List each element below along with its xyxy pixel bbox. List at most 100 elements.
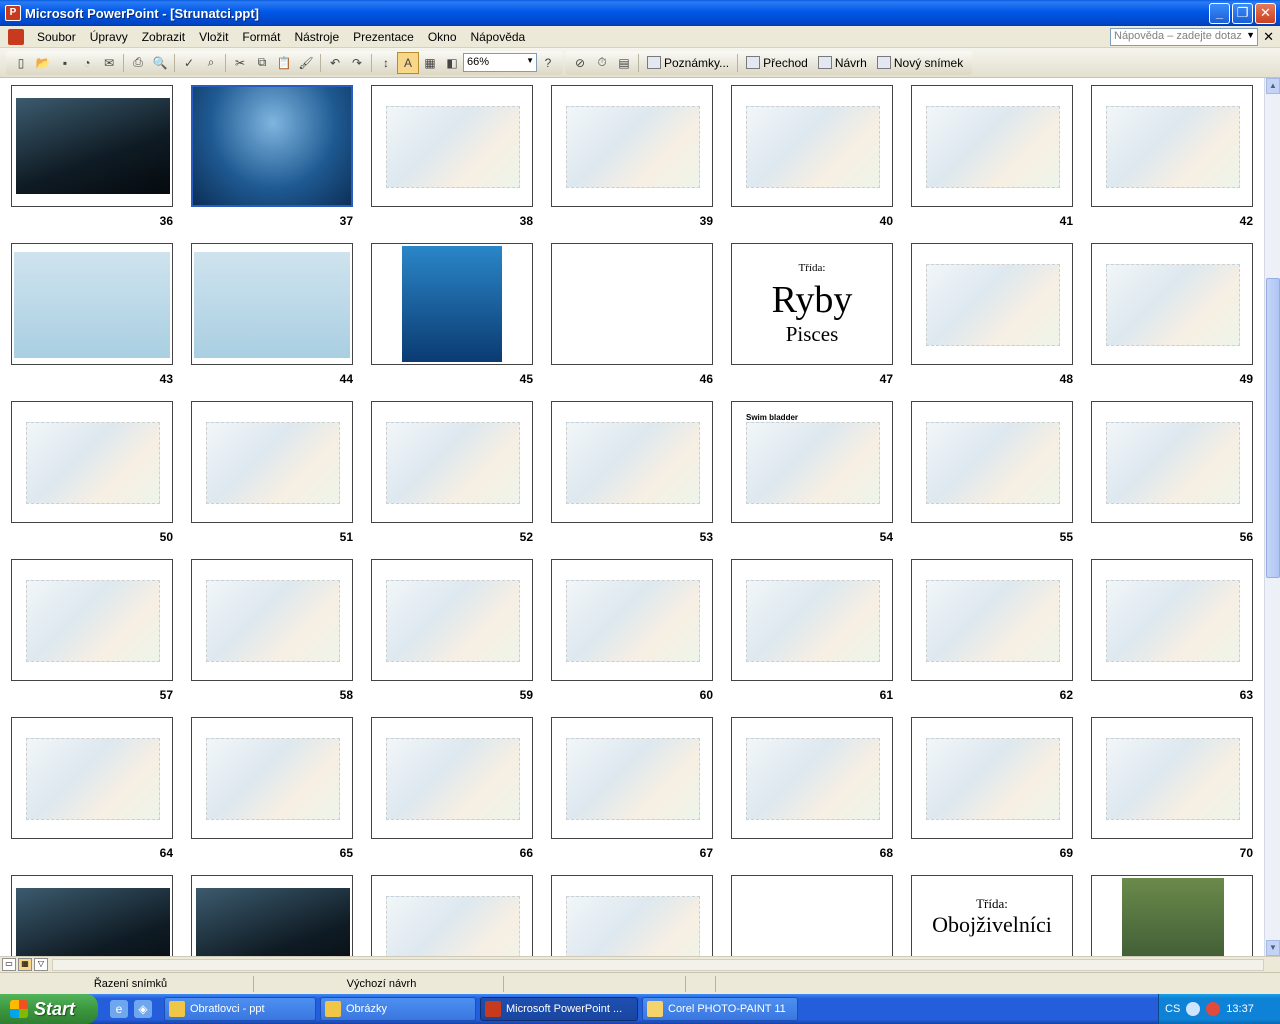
menu-upravy[interactable]: Úpravy [83, 30, 135, 44]
restore-button[interactable]: ❐ [1232, 3, 1253, 24]
hide-slide-icon[interactable]: ⊘ [569, 52, 591, 74]
slide-thumbnail-51[interactable] [191, 401, 353, 523]
chevron-down-icon[interactable]: ▼ [526, 56, 534, 65]
slide-thumbnail-54[interactable]: Swim bladder [731, 401, 893, 523]
print-icon[interactable]: ⎙ [127, 52, 149, 74]
vertical-scrollbar[interactable]: ▲ ▼ [1264, 78, 1280, 956]
slide-thumbnail-52[interactable] [371, 401, 533, 523]
show-formatting-icon[interactable]: A [397, 51, 419, 74]
permission-icon[interactable]: ◔ [76, 52, 98, 74]
slide-thumbnail-77[interactable] [1091, 875, 1253, 956]
powerpoint-icon[interactable]: P [5, 5, 21, 21]
slide-thumbnail-56[interactable] [1091, 401, 1253, 523]
menu-zobrazit[interactable]: Zobrazit [135, 30, 192, 44]
slide-thumbnail-47[interactable]: Třída: Ryby Pisces [731, 243, 893, 365]
slide-thumbnail-63[interactable] [1091, 559, 1253, 681]
slide-thumbnail-46[interactable] [551, 243, 713, 365]
grid-icon[interactable]: ▦ [419, 52, 441, 74]
research-icon[interactable]: ⌕ [200, 52, 222, 74]
help-search-input[interactable]: Nápověda – zadejte dotaz ▼ [1110, 28, 1258, 46]
slide-thumbnail-74[interactable] [551, 875, 713, 956]
close-button[interactable]: ✕ [1255, 3, 1276, 24]
menu-prezentace[interactable]: Prezentace [346, 30, 421, 44]
new-slide-button[interactable]: Nový snímek [872, 56, 968, 70]
slide-thumbnail-75[interactable] [731, 875, 893, 956]
rehearse-timings-icon[interactable]: ⏱ [591, 52, 613, 74]
slide-thumbnail-64[interactable] [11, 717, 173, 839]
slide-thumbnail-58[interactable] [191, 559, 353, 681]
slide-thumbnail-68[interactable] [731, 717, 893, 839]
menu-format[interactable]: Formát [235, 30, 287, 44]
slide-thumbnail-70[interactable] [1091, 717, 1253, 839]
new-icon[interactable]: ▯ [10, 52, 32, 74]
ati-icon[interactable] [1206, 1002, 1221, 1016]
slide-thumbnail-50[interactable] [11, 401, 173, 523]
slide-thumbnail-71[interactable] [11, 875, 173, 956]
task-obratlovci[interactable]: Obratlovci - ppt [164, 997, 316, 1021]
scroll-thumb[interactable] [1266, 278, 1280, 578]
slide-thumbnail-41[interactable] [911, 85, 1073, 207]
slide-thumbnail-37[interactable] [191, 85, 353, 207]
horizontal-scrollbar[interactable] [52, 959, 1264, 971]
slide-thumbnail-76[interactable]: Třída: Obojživelníci [911, 875, 1073, 956]
slide-thumbnail-65[interactable] [191, 717, 353, 839]
slide-thumbnail-39[interactable] [551, 85, 713, 207]
spelling-icon[interactable]: ✓ [178, 52, 200, 74]
transition-button[interactable]: Přechod [741, 56, 813, 70]
slide-thumbnail-42[interactable] [1091, 85, 1253, 207]
save-icon[interactable]: ▪ [54, 52, 76, 74]
menu-nastroje[interactable]: Nástroje [287, 30, 346, 44]
notes-button[interactable]: Poznámky... [642, 56, 734, 70]
slide-thumbnail-36[interactable] [11, 85, 173, 207]
ie-icon[interactable]: e [110, 1000, 128, 1018]
slide-thumbnail-43[interactable] [11, 243, 173, 365]
slideshow-view-icon[interactable]: ▽ [34, 958, 48, 971]
scroll-up-icon[interactable]: ▲ [1266, 78, 1280, 94]
slide-thumbnail-66[interactable] [371, 717, 533, 839]
slide-thumbnail-59[interactable] [371, 559, 533, 681]
slide-thumbnail-49[interactable] [1091, 243, 1253, 365]
color-grayscale-icon[interactable]: ◧ [441, 52, 463, 74]
redo-icon[interactable]: ↷ [346, 52, 368, 74]
menu-soubor[interactable]: Soubor [30, 30, 83, 44]
slide-thumbnail-62[interactable] [911, 559, 1073, 681]
summary-slide-icon[interactable]: ▤ [613, 52, 635, 74]
task-powerpoint[interactable]: Microsoft PowerPoint ... [480, 997, 638, 1021]
quicklaunch-icon[interactable]: ◈ [134, 1000, 152, 1018]
menu-okno[interactable]: Okno [421, 30, 464, 44]
slide-sorter[interactable]: 36 37 38 39 40 41 42 43 44 45 46 Třída: Ryby Pisces 47… [0, 78, 1264, 956]
expand-icon[interactable]: ↕ [375, 52, 397, 74]
slide-thumbnail-48[interactable] [911, 243, 1073, 365]
slide-sorter-view-icon[interactable]: ▦ [18, 958, 32, 971]
scroll-down-icon[interactable]: ▼ [1266, 940, 1280, 956]
menu-napoveda[interactable]: Nápověda [464, 30, 533, 44]
slide-thumbnail-73[interactable] [371, 875, 533, 956]
zoom-select[interactable]: 66% ▼ [463, 53, 537, 72]
email-icon[interactable]: ✉ [98, 52, 120, 74]
clock[interactable]: 13:37 [1226, 1003, 1254, 1015]
slide-thumbnail-45[interactable] [371, 243, 533, 365]
open-icon[interactable]: 📂 [32, 52, 54, 74]
menu-vlozit[interactable]: Vložit [192, 30, 235, 44]
print-preview-icon[interactable]: 🔍 [149, 52, 171, 74]
paste-icon[interactable]: 📋 [273, 52, 295, 74]
slide-thumbnail-53[interactable] [551, 401, 713, 523]
normal-view-icon[interactable]: ▭ [2, 958, 16, 971]
slide-thumbnail-55[interactable] [911, 401, 1073, 523]
slide-thumbnail-67[interactable] [551, 717, 713, 839]
network-icon[interactable] [1186, 1002, 1201, 1016]
undo-icon[interactable]: ↶ [324, 52, 346, 74]
document-close-icon[interactable]: ✕ [1263, 29, 1274, 45]
slide-thumbnail-44[interactable] [191, 243, 353, 365]
cut-icon[interactable]: ✂ [229, 52, 251, 74]
chevron-down-icon[interactable]: ▼ [1246, 30, 1255, 40]
slide-thumbnail-72[interactable] [191, 875, 353, 956]
slide-thumbnail-40[interactable] [731, 85, 893, 207]
format-painter-icon[interactable]: 🖌 [295, 52, 317, 74]
task-corel[interactable]: Corel PHOTO-PAINT 11 [642, 997, 798, 1021]
minimize-button[interactable]: _ [1209, 3, 1230, 24]
language-indicator[interactable]: CS [1165, 1003, 1180, 1015]
help-icon[interactable]: ? [537, 52, 559, 74]
copy-icon[interactable]: ⧉ [251, 52, 273, 74]
task-obrazky[interactable]: Obrázky [320, 997, 476, 1021]
